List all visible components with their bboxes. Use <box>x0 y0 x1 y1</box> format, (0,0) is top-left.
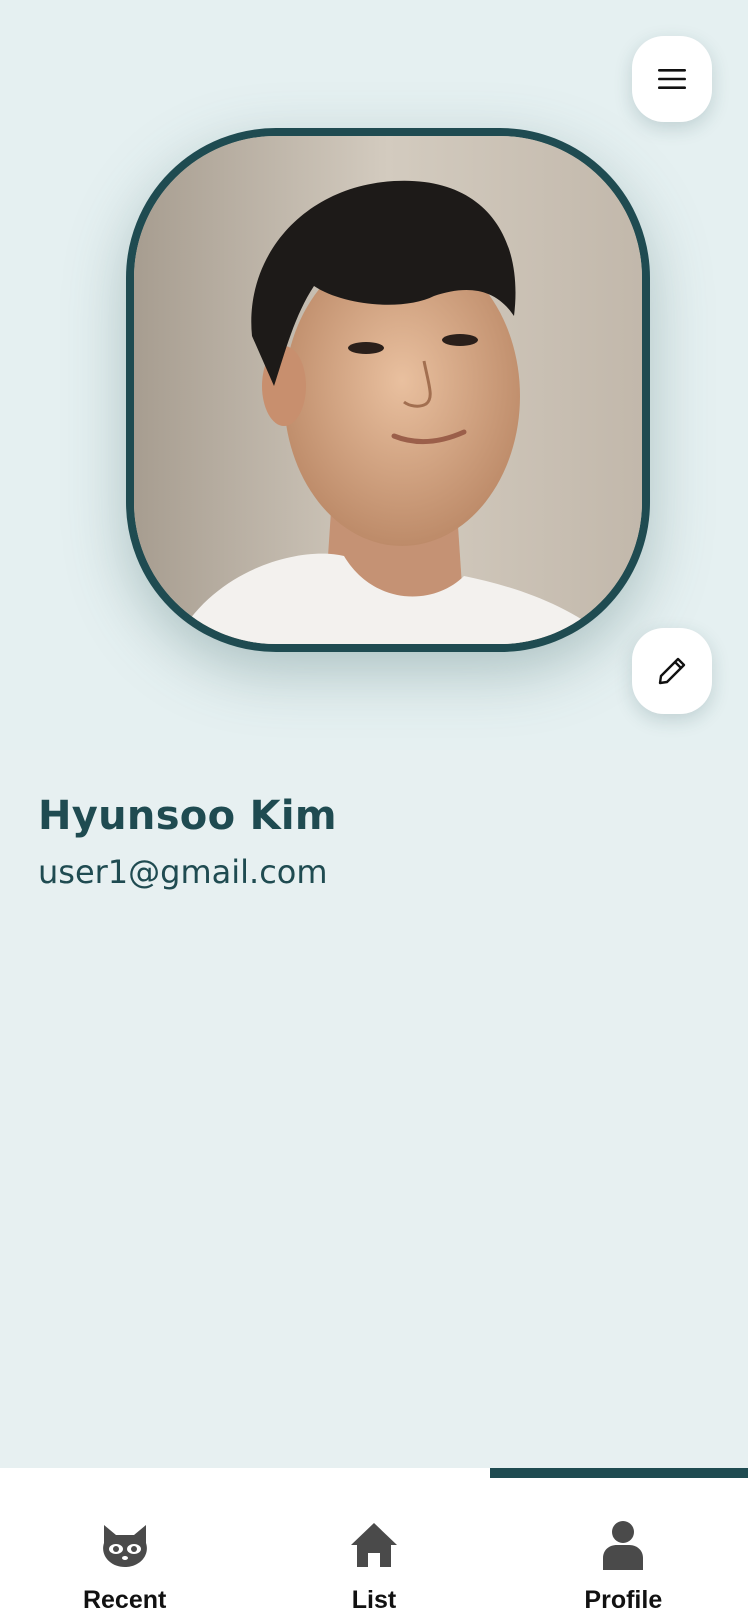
edit-profile-button[interactable] <box>632 628 712 714</box>
avatar <box>126 128 650 652</box>
profile-email: user1@gmail.com <box>38 853 328 891</box>
tab-profile-label: Profile <box>584 1586 663 1614</box>
hamburger-menu-icon <box>658 69 686 89</box>
profile-hero <box>0 0 748 750</box>
profile-screen: Hyunsoo Kim user1@gmail.com Recent List … <box>0 0 748 1624</box>
tab-profile[interactable]: Profile <box>499 1468 748 1624</box>
active-tab-indicator <box>490 1468 748 1478</box>
pencil-icon <box>658 657 686 685</box>
bottom-tab-bar: Recent List Profile <box>0 1468 748 1624</box>
profile-info: Hyunsoo Kim user1@gmail.com <box>38 788 337 896</box>
tab-list[interactable]: List <box>249 1468 498 1624</box>
menu-button[interactable] <box>632 36 712 122</box>
tab-recent-label: Recent <box>82 1586 167 1614</box>
home-icon <box>347 1518 401 1572</box>
avatar-photo <box>134 136 642 644</box>
tab-recent[interactable]: Recent <box>0 1468 249 1624</box>
tab-list-label: List <box>351 1586 397 1614</box>
raccoon-icon <box>98 1518 152 1572</box>
profile-name: Hyunsoo Kim <box>38 793 337 839</box>
user-icon <box>596 1518 650 1572</box>
